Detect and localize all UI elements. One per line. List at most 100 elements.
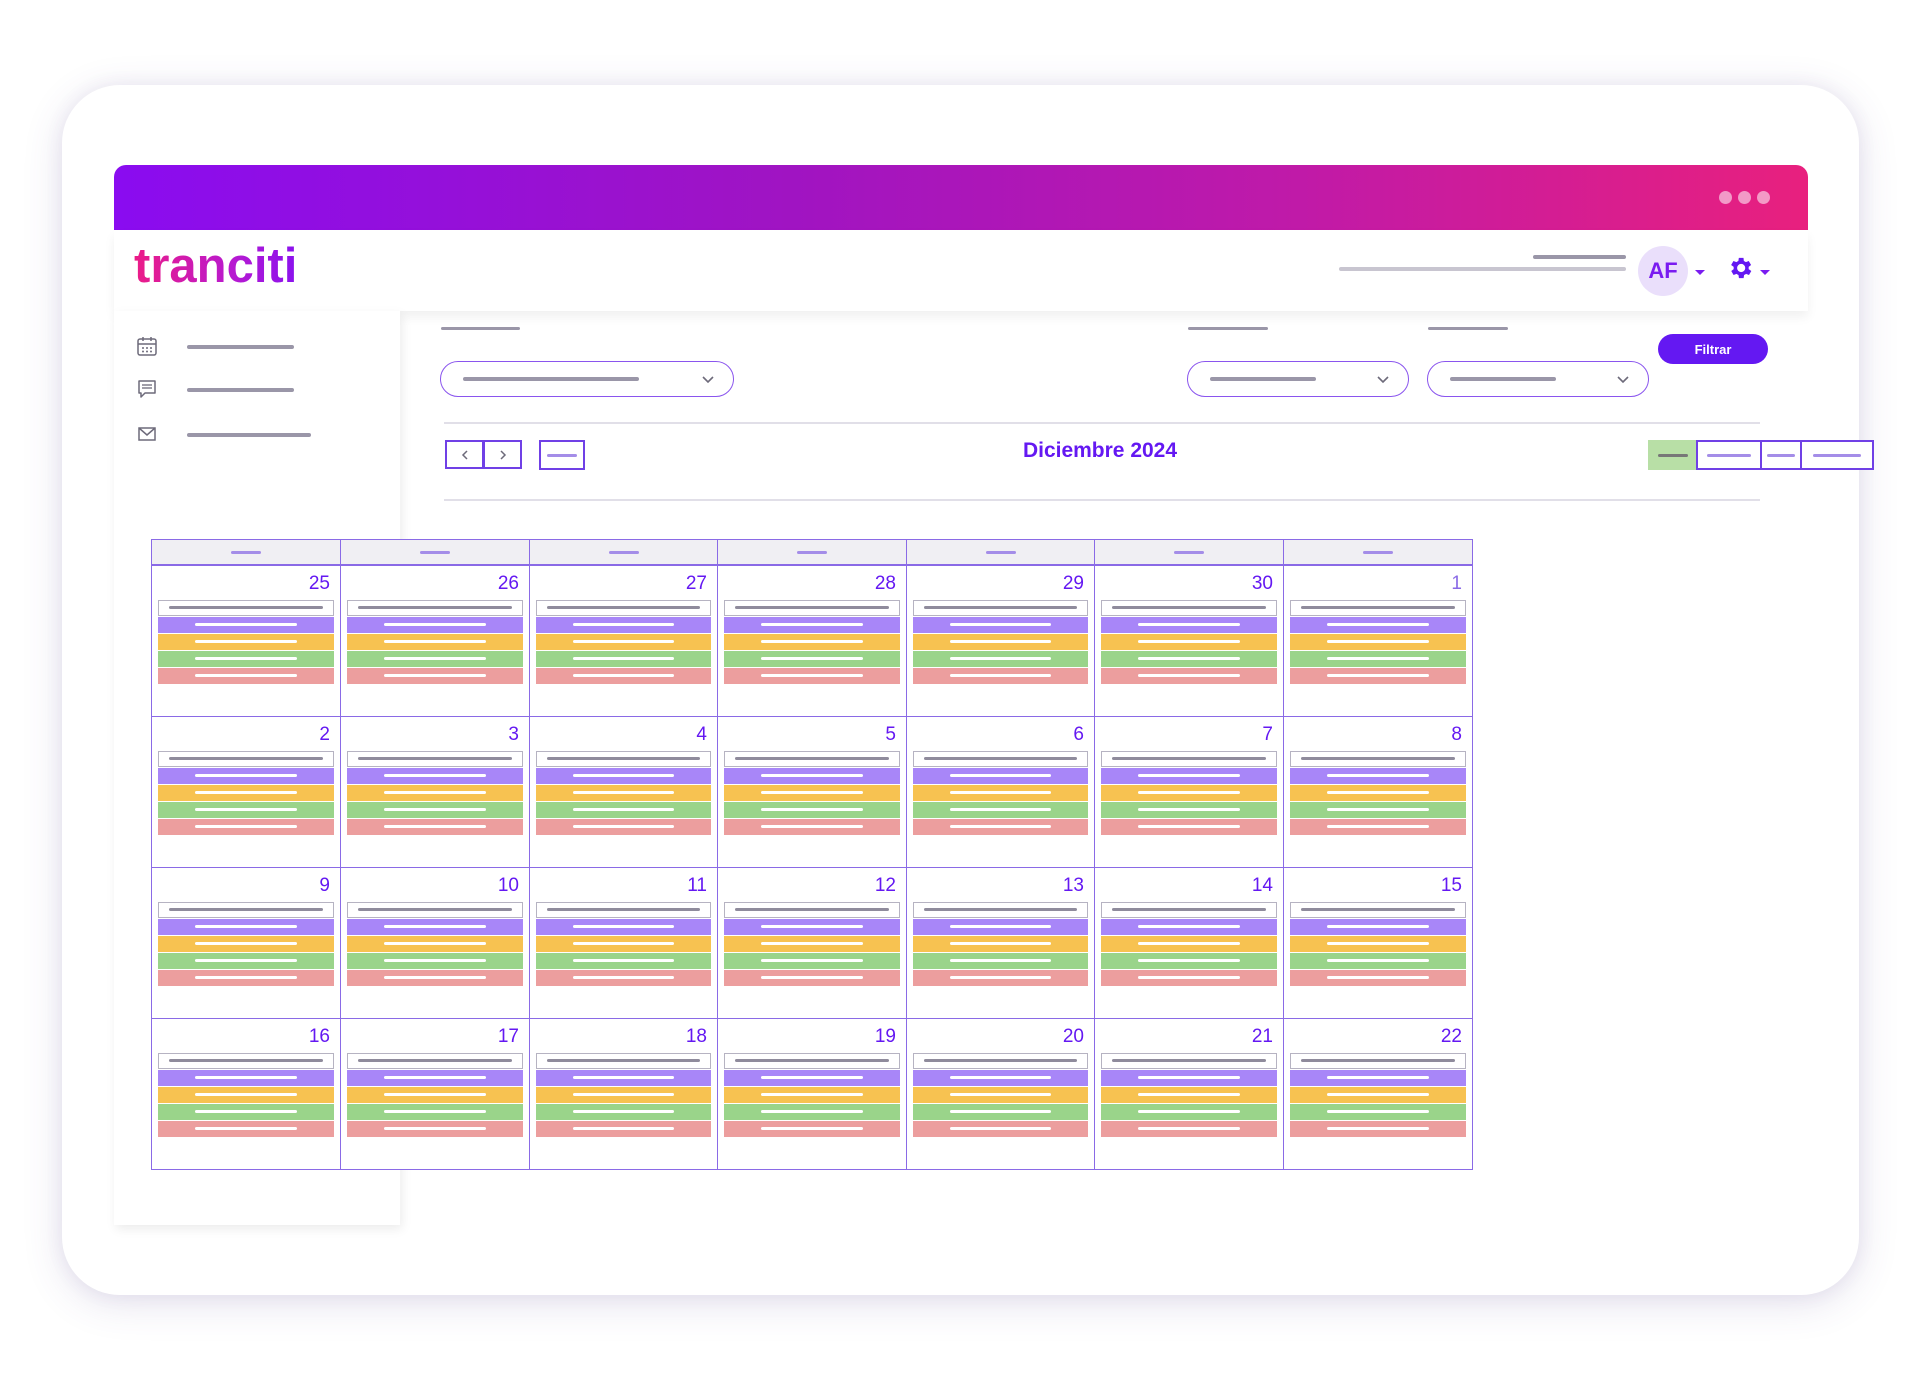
event-header[interactable] — [536, 600, 711, 616]
event-red[interactable] — [347, 668, 523, 684]
calendar-day-cell[interactable]: 4 — [529, 716, 718, 868]
user-avatar[interactable]: AF — [1638, 246, 1688, 296]
calendar-day-cell[interactable]: 16 — [151, 1018, 341, 1170]
event-yellow[interactable] — [347, 785, 523, 801]
calendar-day-cell[interactable]: 19 — [717, 1018, 907, 1170]
event-header[interactable] — [1101, 902, 1277, 918]
calendar-day-cell[interactable]: 26 — [340, 565, 530, 717]
window-menu-dots[interactable] — [1719, 191, 1770, 204]
event-purple[interactable] — [1290, 768, 1466, 784]
event-header[interactable] — [724, 902, 900, 918]
event-yellow[interactable] — [724, 634, 900, 650]
event-yellow[interactable] — [1101, 936, 1277, 952]
event-header[interactable] — [913, 600, 1088, 616]
calendar-day-cell[interactable]: 18 — [529, 1018, 718, 1170]
event-green[interactable] — [536, 802, 711, 818]
event-yellow[interactable] — [1101, 634, 1277, 650]
event-purple[interactable] — [1101, 617, 1277, 633]
event-yellow[interactable] — [913, 785, 1088, 801]
event-purple[interactable] — [913, 919, 1088, 935]
event-red[interactable] — [158, 668, 334, 684]
event-red[interactable] — [1101, 668, 1277, 684]
event-purple[interactable] — [536, 1070, 711, 1086]
event-red[interactable] — [913, 819, 1088, 835]
event-green[interactable] — [724, 953, 900, 969]
event-yellow[interactable] — [724, 1087, 900, 1103]
prev-month-button[interactable] — [445, 440, 484, 469]
event-red[interactable] — [1290, 819, 1466, 835]
event-yellow[interactable] — [158, 634, 334, 650]
event-green[interactable] — [536, 651, 711, 667]
event-purple[interactable] — [1290, 617, 1466, 633]
calendar-day-cell[interactable]: 28 — [717, 565, 907, 717]
event-purple[interactable] — [724, 617, 900, 633]
event-yellow[interactable] — [536, 785, 711, 801]
event-header[interactable] — [1101, 600, 1277, 616]
event-red[interactable] — [724, 1121, 900, 1137]
event-purple[interactable] — [1290, 919, 1466, 935]
event-red[interactable] — [158, 970, 334, 986]
event-header[interactable] — [913, 751, 1088, 767]
event-header[interactable] — [724, 1053, 900, 1069]
event-purple[interactable] — [1290, 1070, 1466, 1086]
event-red[interactable] — [913, 970, 1088, 986]
event-green[interactable] — [1290, 651, 1466, 667]
calendar-day-cell[interactable]: 7 — [1094, 716, 1284, 868]
event-green[interactable] — [1101, 651, 1277, 667]
event-yellow[interactable] — [1290, 785, 1466, 801]
event-green[interactable] — [913, 651, 1088, 667]
calendar-day-cell[interactable]: 17 — [340, 1018, 530, 1170]
view-month-button[interactable] — [1648, 440, 1697, 470]
event-green[interactable] — [1290, 1104, 1466, 1120]
event-red[interactable] — [158, 1121, 334, 1137]
calendar-day-cell[interactable]: 6 — [906, 716, 1095, 868]
event-header[interactable] — [347, 902, 523, 918]
event-yellow[interactable] — [347, 634, 523, 650]
event-green[interactable] — [536, 953, 711, 969]
calendar-day-cell[interactable]: 9 — [151, 867, 341, 1019]
event-red[interactable] — [913, 668, 1088, 684]
calendar-day-cell[interactable]: 14 — [1094, 867, 1284, 1019]
tranciti-logo[interactable]: tranciti — [134, 238, 297, 294]
event-green[interactable] — [1290, 802, 1466, 818]
event-header[interactable] — [536, 902, 711, 918]
event-header[interactable] — [1290, 751, 1466, 767]
event-red[interactable] — [913, 1121, 1088, 1137]
event-header[interactable] — [158, 1053, 334, 1069]
event-purple[interactable] — [158, 617, 334, 633]
event-red[interactable] — [536, 1121, 711, 1137]
event-yellow[interactable] — [536, 634, 711, 650]
event-purple[interactable] — [1101, 768, 1277, 784]
event-red[interactable] — [536, 819, 711, 835]
event-purple[interactable] — [158, 768, 334, 784]
event-purple[interactable] — [536, 617, 711, 633]
event-red[interactable] — [1101, 970, 1277, 986]
calendar-day-cell[interactable]: 29 — [906, 565, 1095, 717]
event-yellow[interactable] — [158, 936, 334, 952]
event-green[interactable] — [724, 1104, 900, 1120]
calendar-day-cell[interactable]: 8 — [1283, 716, 1473, 868]
calendar-day-cell[interactable]: 21 — [1094, 1018, 1284, 1170]
calendar-day-cell[interactable]: 25 — [151, 565, 341, 717]
event-purple[interactable] — [347, 617, 523, 633]
settings-chevron-down-icon[interactable] — [1760, 270, 1770, 275]
event-purple[interactable] — [347, 919, 523, 935]
view-week-button[interactable] — [1696, 440, 1762, 470]
calendar-day-cell[interactable]: 30 — [1094, 565, 1284, 717]
event-red[interactable] — [1290, 970, 1466, 986]
event-red[interactable] — [724, 819, 900, 835]
event-header[interactable] — [724, 751, 900, 767]
event-header[interactable] — [913, 1053, 1088, 1069]
event-red[interactable] — [724, 970, 900, 986]
event-yellow[interactable] — [347, 936, 523, 952]
event-header[interactable] — [1101, 1053, 1277, 1069]
calendar-day-cell[interactable]: 22 — [1283, 1018, 1473, 1170]
event-yellow[interactable] — [724, 936, 900, 952]
event-red[interactable] — [724, 668, 900, 684]
event-header[interactable] — [347, 751, 523, 767]
calendar-day-cell[interactable]: 27 — [529, 565, 718, 717]
event-red[interactable] — [158, 819, 334, 835]
event-purple[interactable] — [536, 919, 711, 935]
event-green[interactable] — [724, 802, 900, 818]
filter-select-1[interactable] — [440, 361, 734, 397]
